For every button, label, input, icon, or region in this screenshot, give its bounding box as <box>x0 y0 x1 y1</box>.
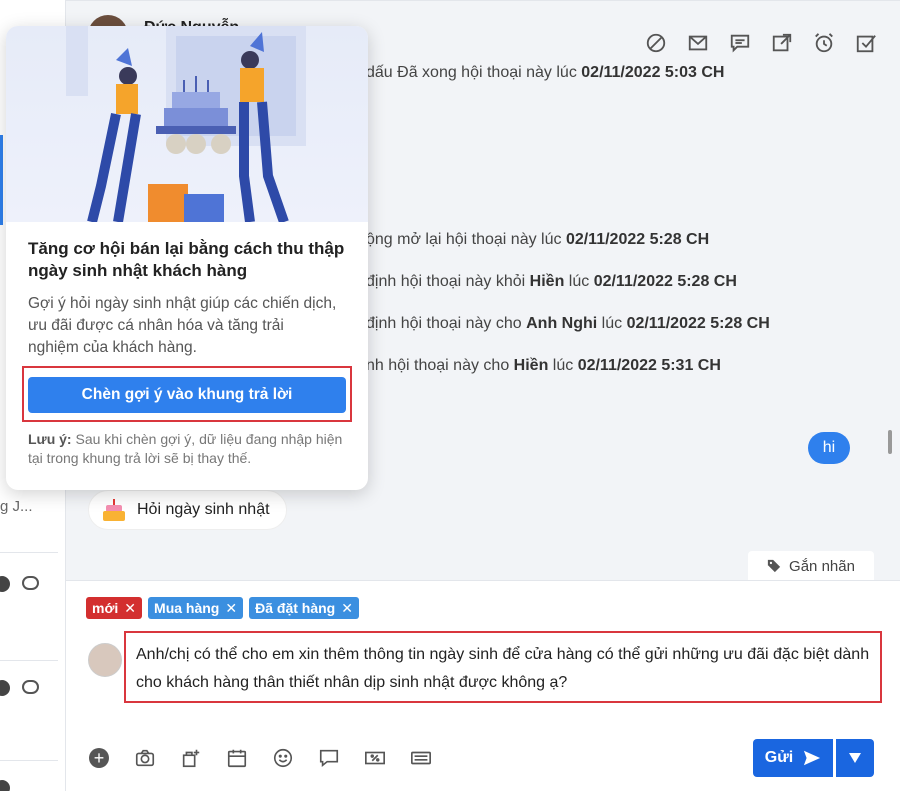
activity-log: định hội thoại này cho Anh Nghi lúc 02/1… <box>366 315 770 332</box>
discount-icon[interactable] <box>362 745 388 771</box>
birthday-suggestion-chip[interactable]: Hỏi ngày sinh nhật <box>88 490 287 530</box>
keyboard-icon[interactable] <box>408 745 434 771</box>
header-actions <box>644 31 878 55</box>
outgoing-message: hi <box>808 432 850 464</box>
add-label-tab[interactable]: Gắn nhãn <box>748 551 874 581</box>
tag-new[interactable]: mới ✕ <box>86 597 143 619</box>
chevron-down-icon <box>849 753 861 763</box>
facebook-icon <box>0 680 10 696</box>
scrollbar[interactable] <box>888 430 892 454</box>
composer-toolbar: + <box>86 745 434 771</box>
calendar-icon[interactable] <box>224 745 250 771</box>
alarm-icon[interactable] <box>812 31 836 55</box>
popup-description: Gợi ý hỏi ngày sinh nhật giúp các chiến … <box>28 295 337 356</box>
reply-input[interactable]: Anh/chị có thể cho em xin thêm thông tin… <box>124 631 882 703</box>
list-divider <box>0 660 58 661</box>
popup-title: Tăng cơ hội bán lại bằng cách thu thập n… <box>28 239 345 280</box>
activity-log: dấu Đã xong hội thoại này lúc 02/11/2022… <box>366 64 725 81</box>
message-icon <box>22 576 39 590</box>
birthday-suggestion-popup: Tăng cơ hội bán lại bằng cách thu thập n… <box>6 26 368 490</box>
add-label-text: Gắn nhãn <box>789 557 855 575</box>
activity-log: ộng mở lại hội thoại này lúc 02/11/2022 … <box>366 231 710 248</box>
close-icon[interactable]: ✕ <box>225 600 237 617</box>
conversation-snippet[interactable]: g J... <box>0 498 33 515</box>
cake-icon <box>101 499 127 521</box>
camera-icon[interactable] <box>132 745 158 771</box>
close-icon[interactable]: ✕ <box>341 600 353 617</box>
send-icon <box>804 750 821 766</box>
add-icon[interactable]: + <box>86 745 112 771</box>
list-divider <box>0 760 58 761</box>
send-label: Gửi <box>764 749 794 766</box>
quick-reply-icon[interactable] <box>316 745 342 771</box>
active-indicator <box>0 135 3 225</box>
avatar <box>88 643 122 677</box>
product-icon[interactable] <box>178 745 204 771</box>
facebook-icon <box>0 780 10 791</box>
insert-suggestion-button[interactable]: Chèn gợi ý vào khung trả lời <box>28 377 346 413</box>
comment-icon[interactable] <box>728 31 752 55</box>
block-icon[interactable] <box>644 31 668 55</box>
list-divider <box>0 552 58 553</box>
send-button[interactable]: Gửi <box>753 739 833 777</box>
birthday-illustration <box>6 26 368 224</box>
tag-purchase[interactable]: Mua hàng ✕ <box>148 597 244 619</box>
insert-highlight: Chèn gợi ý vào khung trả lời <box>22 366 352 422</box>
reply-composer: mới ✕ Mua hàng ✕ Đã đặt hàng ✕ Anh/chị có t… <box>66 580 900 791</box>
facebook-icon <box>0 576 10 592</box>
tag-icon <box>767 559 781 573</box>
chip-label: Hỏi ngày sinh nhật <box>137 501 270 518</box>
send-options-button[interactable] <box>836 739 874 777</box>
mail-icon[interactable] <box>686 31 710 55</box>
activity-log: định hội thoại này khỏi Hiền lúc 02/11/2… <box>366 273 737 290</box>
external-link-icon[interactable] <box>770 31 794 55</box>
tag-list: mới ✕ Mua hàng ✕ Đã đặt hàng ✕ <box>86 597 359 619</box>
tag-ordered[interactable]: Đã đặt hàng ✕ <box>249 597 359 619</box>
check-square-icon[interactable] <box>854 31 878 55</box>
close-icon[interactable]: ✕ <box>124 600 136 617</box>
popup-note: Lưu ý: Sau khi chèn gợi ý, dữ liệu đang … <box>28 431 343 466</box>
activity-log: nh hội thoại này cho Hiền lúc 02/11/2022… <box>366 357 721 374</box>
message-icon <box>22 680 39 694</box>
emoji-icon[interactable] <box>270 745 296 771</box>
